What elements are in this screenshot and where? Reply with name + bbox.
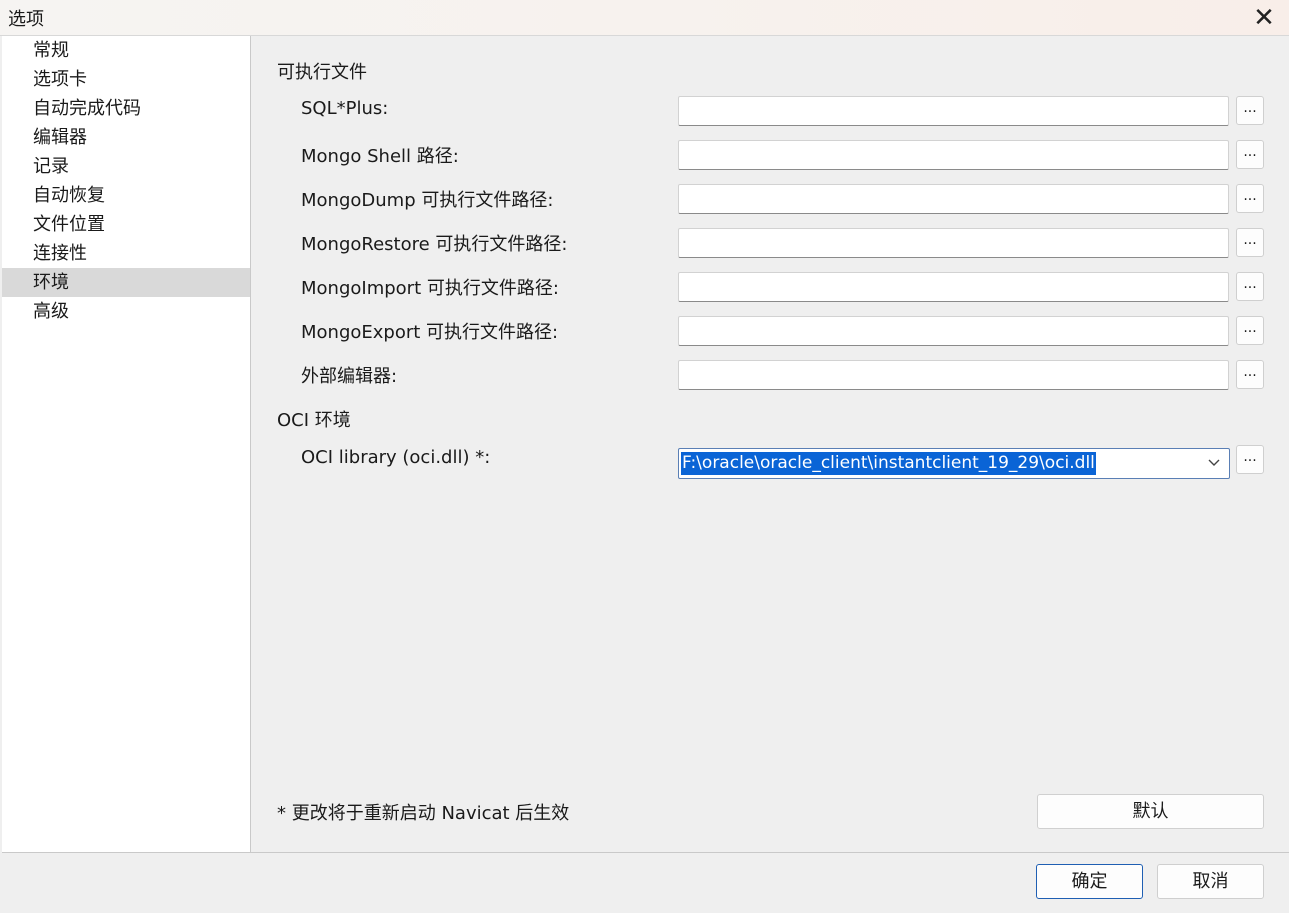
settings-panel: 可执行文件 SQL*Plus: ... Mongo Shell 路径: ... … bbox=[251, 36, 1289, 852]
mongorestore-label: MongoRestore 可执行文件路径: bbox=[301, 234, 568, 255]
dialog-footer: 确定 取消 bbox=[2, 852, 1289, 913]
title-bar: 选项 ✕ bbox=[0, 0, 1289, 36]
mongodump-browse-button[interactable]: ... bbox=[1236, 184, 1264, 213]
sidebar-nav: 常规 选项卡 自动完成代码 编辑器 记录 自动恢复 文件位置 连接性 环境 高级 bbox=[2, 36, 251, 852]
oci-library-value[interactable]: F:\oracle\oracle_client\instantclient_19… bbox=[681, 452, 1096, 475]
sqlplus-path-input[interactable] bbox=[678, 96, 1229, 126]
mongoexport-path-input[interactable] bbox=[678, 316, 1229, 346]
default-button[interactable]: 默认 bbox=[1037, 794, 1264, 829]
oci-library-label: OCI library (oci.dll) *: bbox=[301, 447, 491, 468]
sidebar-item-logging[interactable]: 记录 bbox=[2, 152, 250, 181]
restart-note: * 更改将于重新启动 Navicat 后生效 bbox=[277, 803, 570, 824]
sidebar-item-editor[interactable]: 编辑器 bbox=[2, 123, 250, 152]
mongoimport-path-input[interactable] bbox=[678, 272, 1229, 302]
oci-library-browse-button[interactable]: ... bbox=[1236, 445, 1264, 474]
section-title-executables: 可执行文件 bbox=[277, 62, 367, 83]
sidebar-item-file-location[interactable]: 文件位置 bbox=[2, 210, 250, 239]
sqlplus-label: SQL*Plus: bbox=[301, 98, 389, 119]
mongoexport-label: MongoExport 可执行文件路径: bbox=[301, 322, 559, 343]
chevron-down-icon[interactable] bbox=[1207, 455, 1221, 469]
oci-library-combobox[interactable]: F:\oracle\oracle_client\instantclient_19… bbox=[678, 448, 1230, 479]
cancel-button[interactable]: 取消 bbox=[1157, 864, 1264, 899]
sidebar-item-general[interactable]: 常规 bbox=[2, 36, 250, 65]
mongoimport-label: MongoImport 可执行文件路径: bbox=[301, 278, 559, 299]
section-title-oci: OCI 环境 bbox=[277, 410, 351, 431]
mongodump-label: MongoDump 可执行文件路径: bbox=[301, 190, 554, 211]
sidebar-item-advanced[interactable]: 高级 bbox=[2, 297, 250, 326]
external-editor-path-input[interactable] bbox=[678, 360, 1229, 390]
ok-button[interactable]: 确定 bbox=[1036, 864, 1143, 899]
external-editor-label: 外部编辑器: bbox=[301, 366, 398, 387]
mongorestore-browse-button[interactable]: ... bbox=[1236, 228, 1264, 257]
mongo-shell-browse-button[interactable]: ... bbox=[1236, 140, 1264, 169]
sidebar-item-tabs[interactable]: 选项卡 bbox=[2, 65, 250, 94]
mongoexport-browse-button[interactable]: ... bbox=[1236, 316, 1264, 345]
mongodump-path-input[interactable] bbox=[678, 184, 1229, 214]
sqlplus-browse-button[interactable]: ... bbox=[1236, 96, 1264, 125]
sidebar-item-autocomplete[interactable]: 自动完成代码 bbox=[2, 94, 250, 123]
sidebar-item-environment[interactable]: 环境 bbox=[2, 268, 250, 297]
external-editor-browse-button[interactable]: ... bbox=[1236, 360, 1264, 389]
close-icon[interactable]: ✕ bbox=[1239, 0, 1289, 35]
mongo-shell-label: Mongo Shell 路径: bbox=[301, 146, 459, 167]
mongo-shell-path-input[interactable] bbox=[678, 140, 1229, 170]
sidebar-item-connectivity[interactable]: 连接性 bbox=[2, 239, 250, 268]
mongorestore-path-input[interactable] bbox=[678, 228, 1229, 258]
window-title: 选项 bbox=[8, 9, 44, 30]
sidebar-item-autorecovery[interactable]: 自动恢复 bbox=[2, 181, 250, 210]
mongoimport-browse-button[interactable]: ... bbox=[1236, 272, 1264, 301]
